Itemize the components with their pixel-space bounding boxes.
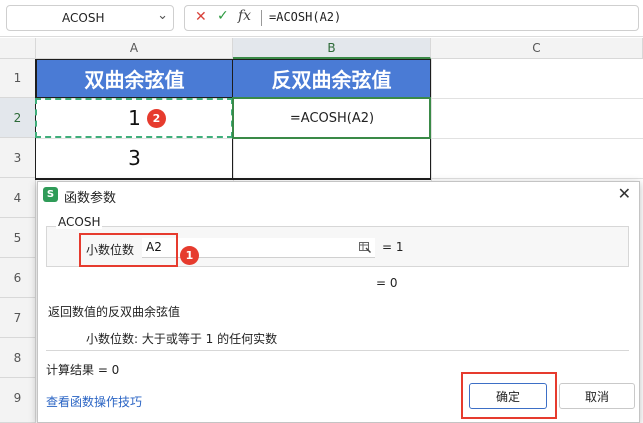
select-all-corner[interactable] <box>0 38 36 59</box>
name-box-value: ACOSH <box>62 11 105 25</box>
formula-separator <box>261 10 262 26</box>
cell-b2[interactable]: =ACOSH(A2) <box>234 99 430 137</box>
insert-function-icon[interactable]: fx <box>238 8 251 24</box>
row-header-5[interactable]: 5 <box>0 218 36 258</box>
row-header-8[interactable]: 8 <box>0 338 36 378</box>
close-icon[interactable]: ✕ <box>618 184 631 203</box>
cancel-icon[interactable]: ✕ <box>195 9 207 25</box>
help-link[interactable]: 查看函数操作技巧 <box>46 393 142 410</box>
function-name: ACOSH <box>56 215 103 229</box>
ok-button[interactable]: 确定 <box>469 383 547 409</box>
name-box[interactable]: ACOSH ⌄ <box>6 5 174 31</box>
column-header-b[interactable]: B <box>233 38 431 59</box>
confirm-icon[interactable]: ✓ <box>217 8 229 24</box>
function-arguments-dialog: S 函数参数 ✕ ACOSH 小数位数 A2 = 1 1 = 0 返回数值的反双… <box>37 181 640 423</box>
row-header-9[interactable]: 9 <box>0 378 36 423</box>
column-header-c[interactable]: C <box>431 38 643 59</box>
function-result: = 0 <box>376 276 398 290</box>
cell-b3[interactable] <box>233 138 431 178</box>
table-border-bottom <box>35 178 431 180</box>
parameter-description: 小数位数: 大于或等于 1 的任何实数 <box>86 332 278 346</box>
row-header-3[interactable]: 3 <box>0 138 36 178</box>
formula-text[interactable]: =ACOSH(A2) <box>269 10 341 24</box>
cancel-button[interactable]: 取消 <box>559 383 635 409</box>
formula-bar: ACOSH ⌄ ✕ ✓ fx =ACOSH(A2) <box>0 0 643 37</box>
cell-b1[interactable]: 反双曲余弦值 <box>232 59 431 98</box>
cell-a3[interactable]: 3 <box>36 138 233 178</box>
dialog-divider <box>46 350 629 351</box>
argument-result: = 1 <box>382 240 404 254</box>
range-select-icon[interactable] <box>359 241 371 253</box>
row-header-1[interactable]: 1 <box>0 59 36 98</box>
column-header-a[interactable]: A <box>36 38 233 59</box>
step-badge-1: 1 <box>180 246 199 265</box>
chevron-down-icon[interactable]: ⌄ <box>157 8 168 23</box>
formula-input-area[interactable]: ✕ ✓ fx =ACOSH(A2) <box>184 5 639 31</box>
step-badge-2: 2 <box>147 109 166 128</box>
highlight-box-argument <box>79 233 178 267</box>
copy-marquee-a2 <box>35 98 233 138</box>
row-header-7[interactable]: 7 <box>0 298 36 338</box>
row-header-6[interactable]: 6 <box>0 258 36 298</box>
dialog-titlebar[interactable]: S 函数参数 ✕ <box>38 182 639 208</box>
cell-a1[interactable]: 双曲余弦值 <box>36 59 233 98</box>
calculation-result: 计算结果 = 0 <box>46 363 120 377</box>
table-border-middle <box>232 138 233 180</box>
function-description: 返回数值的反双曲余弦值 <box>48 305 181 319</box>
row-header-2[interactable]: 2 <box>0 98 36 138</box>
dialog-title: 函数参数 <box>64 191 117 206</box>
wps-logo-icon: S <box>43 187 58 202</box>
row-header-4[interactable]: 4 <box>0 178 36 218</box>
